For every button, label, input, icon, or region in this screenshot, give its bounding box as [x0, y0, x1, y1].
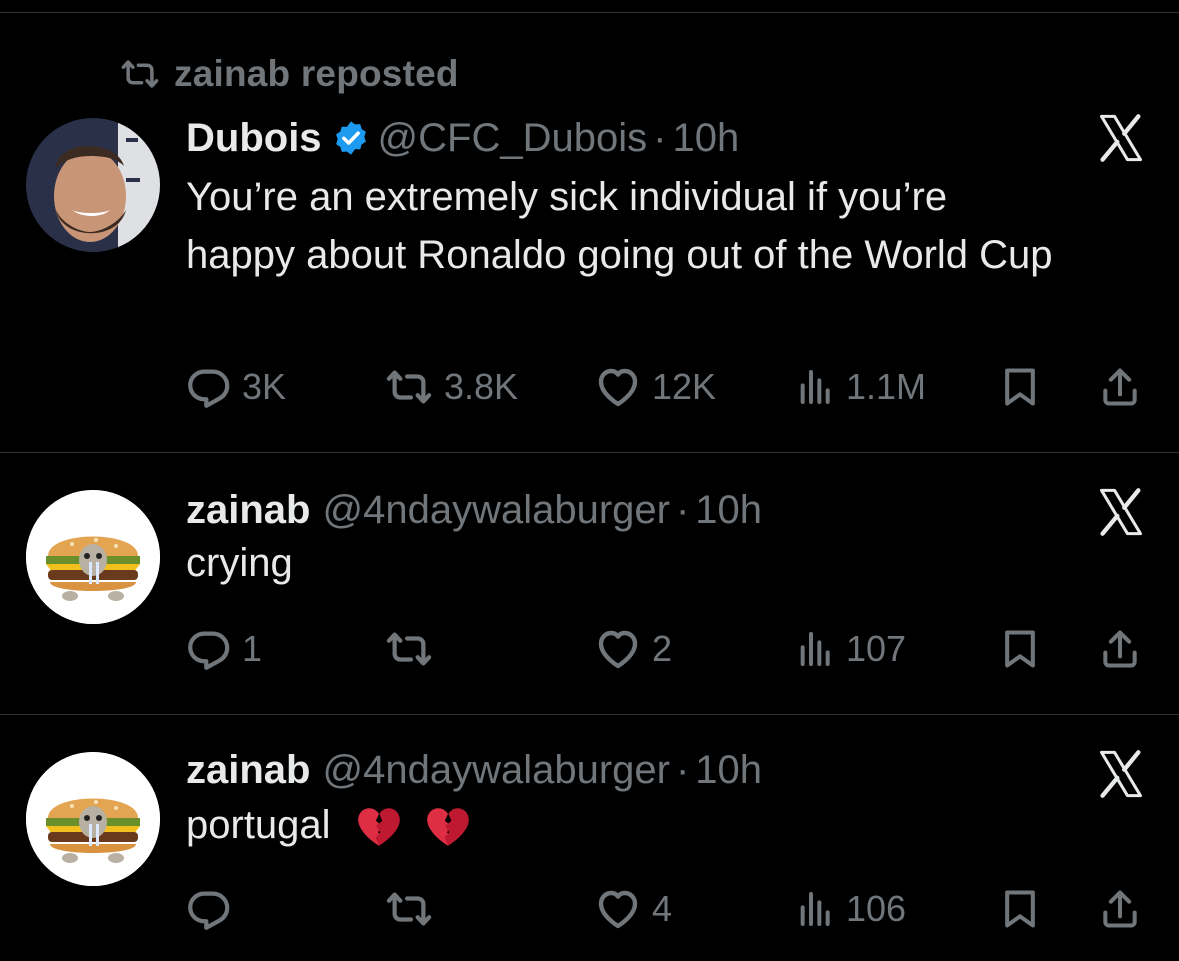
- heart-icon: [594, 885, 642, 933]
- repost-icon: [384, 626, 434, 672]
- reply-icon: [186, 626, 232, 672]
- tweet-text: You’re an extremely sick individual if y…: [186, 175, 1053, 277]
- tweet-actions: 1 2 107: [186, 624, 1146, 674]
- reply-button[interactable]: 1: [186, 624, 262, 674]
- separator-dot: ·: [675, 748, 690, 792]
- share-button[interactable]: [1098, 624, 1142, 674]
- share-button[interactable]: [1098, 884, 1142, 934]
- x-logo-icon: [1095, 486, 1147, 538]
- repost-icon: [384, 364, 434, 410]
- views-button[interactable]: 1.1M: [796, 362, 926, 412]
- divider: [0, 452, 1179, 453]
- repost-button[interactable]: 3.8K: [384, 362, 518, 412]
- bookmark-icon: [998, 887, 1042, 931]
- timestamp[interactable]: 10h: [695, 746, 762, 794]
- views-count: 1.1M: [846, 366, 927, 407]
- repost-banner-text: zainab reposted: [174, 53, 459, 94]
- verified-badge-icon: [332, 119, 370, 157]
- author-name[interactable]: zainab: [186, 746, 310, 794]
- reply-button[interactable]: [186, 884, 242, 934]
- bookmark-icon: [998, 627, 1042, 671]
- like-count: 12K: [652, 366, 717, 407]
- tweet-text: portugal: [186, 803, 331, 847]
- like-count: 2: [652, 628, 673, 669]
- tweet-actions: 4 106: [186, 884, 1146, 934]
- views-icon: [796, 367, 836, 407]
- reply-icon: [186, 364, 232, 410]
- like-button[interactable]: 4: [594, 884, 672, 934]
- reply-icon: [186, 886, 232, 932]
- heart-icon: [594, 363, 642, 411]
- views-count: 107: [846, 628, 907, 669]
- top-divider: [0, 12, 1179, 13]
- bookmark-button[interactable]: [998, 624, 1042, 674]
- share-icon: [1098, 887, 1142, 931]
- author-handle[interactable]: @4ndaywalaburger: [322, 486, 669, 534]
- broken-heart-icon: [354, 802, 404, 852]
- views-icon: [796, 889, 836, 929]
- broken-heart-icon: [423, 802, 473, 852]
- separator-dot: ·: [653, 116, 667, 160]
- share-button[interactable]: [1098, 362, 1142, 412]
- reply-button[interactable]: 3K: [186, 362, 286, 412]
- like-count: 4: [652, 888, 673, 929]
- views-icon: [796, 629, 836, 669]
- repost-icon: [118, 55, 162, 93]
- divider: [0, 714, 1179, 715]
- tweet-actions: 3K 3.8K 12K 1.1M: [186, 362, 1146, 412]
- timestamp[interactable]: 10h: [672, 114, 739, 162]
- x-logo-icon: [1095, 112, 1147, 164]
- repost-icon: [384, 886, 434, 932]
- like-button[interactable]: 2: [594, 624, 672, 674]
- repost-button[interactable]: [384, 624, 444, 674]
- author-handle[interactable]: @4ndaywalaburger: [322, 746, 669, 794]
- repost-count: 3.8K: [444, 366, 519, 407]
- author-handle[interactable]: @CFC_Dubois: [378, 114, 648, 162]
- bookmark-icon: [998, 365, 1042, 409]
- share-icon: [1098, 627, 1142, 671]
- avatar[interactable]: [26, 490, 160, 624]
- views-button[interactable]: 107: [796, 624, 906, 674]
- views-button[interactable]: 106: [796, 884, 906, 934]
- avatar[interactable]: [26, 752, 160, 886]
- tweet-text: crying: [186, 541, 293, 585]
- separator-dot: ·: [675, 488, 690, 532]
- avatar[interactable]: [26, 118, 160, 252]
- author-name[interactable]: zainab: [186, 486, 310, 534]
- views-count: 106: [846, 888, 907, 929]
- x-logo-icon: [1095, 748, 1147, 800]
- like-button[interactable]: 12K: [594, 362, 716, 412]
- reply-count: 3K: [242, 366, 287, 407]
- repost-banner[interactable]: zainab reposted: [118, 52, 459, 96]
- heart-icon: [594, 625, 642, 673]
- tweet-body: portugal: [186, 796, 1059, 854]
- bookmark-button[interactable]: [998, 362, 1042, 412]
- bookmark-button[interactable]: [998, 884, 1042, 934]
- timestamp[interactable]: 10h: [695, 486, 762, 534]
- author-name[interactable]: Dubois: [186, 114, 322, 162]
- reply-count: 1: [242, 628, 263, 669]
- repost-button[interactable]: [384, 884, 444, 934]
- share-icon: [1098, 365, 1142, 409]
